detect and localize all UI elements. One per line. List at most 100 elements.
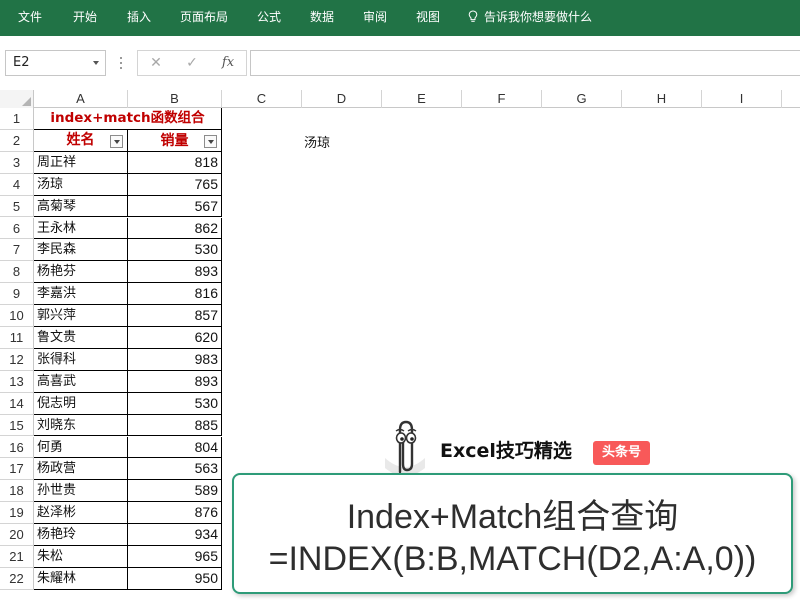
column-header-f[interactable]: F — [462, 90, 542, 108]
column-header-c[interactable]: C — [222, 90, 302, 108]
sales-cell[interactable]: 876 — [128, 502, 222, 525]
name-cell[interactable]: 王永林 — [34, 217, 128, 240]
tab-review[interactable]: 审阅 — [363, 0, 387, 36]
sales-cell[interactable]: 530 — [128, 392, 222, 415]
row-header[interactable]: 6 — [0, 217, 34, 240]
select-all-corner[interactable] — [0, 90, 34, 108]
drag-handle-icon[interactable] — [120, 57, 122, 69]
sales-cell[interactable]: 893 — [128, 370, 222, 393]
row-header[interactable]: 15 — [0, 414, 34, 437]
sales-cell[interactable]: 934 — [128, 524, 222, 546]
name-cell[interactable]: 赵泽彬 — [34, 502, 128, 525]
row-header[interactable]: 3 — [0, 151, 34, 174]
name-cell[interactable]: 郭兴萍 — [34, 305, 128, 327]
tab-formulas[interactable]: 公式 — [257, 0, 281, 36]
row-header[interactable]: 21 — [0, 546, 34, 568]
tell-me-search[interactable]: 告诉我你想要做什么 — [468, 0, 592, 36]
tab-view[interactable]: 视图 — [416, 0, 440, 36]
formula-bar-area: E2 ✕ ✓ fx — [0, 36, 800, 90]
sales-cell[interactable]: 950 — [128, 567, 222, 590]
sales-cell[interactable]: 857 — [128, 305, 222, 327]
row-header[interactable]: 8 — [0, 261, 34, 284]
sales-cell[interactable]: 589 — [128, 480, 222, 503]
row-header[interactable]: 10 — [0, 305, 34, 327]
name-cell[interactable]: 杨政营 — [34, 458, 128, 481]
sales-cell[interactable]: 765 — [128, 173, 222, 196]
insert-function-icon[interactable]: fx — [214, 51, 242, 75]
row-header[interactable]: 14 — [0, 392, 34, 415]
tab-data[interactable]: 数据 — [310, 0, 334, 36]
sales-cell[interactable]: 816 — [128, 283, 222, 306]
name-cell[interactable]: 张得科 — [34, 348, 128, 371]
name-cell[interactable]: 杨艳芬 — [34, 261, 128, 284]
sales-cell[interactable]: 818 — [128, 151, 222, 174]
sales-cell[interactable]: 965 — [128, 546, 222, 568]
sales-cell[interactable]: 862 — [128, 217, 222, 240]
row-header[interactable]: 11 — [0, 327, 34, 349]
row-header[interactable]: 12 — [0, 348, 34, 371]
sales-cell[interactable]: 893 — [128, 261, 222, 284]
sales-cell[interactable]: 983 — [128, 348, 222, 371]
column-header-d[interactable]: D — [302, 90, 382, 108]
name-cell[interactable]: 高喜武 — [34, 370, 128, 393]
tab-file[interactable]: 文件 — [18, 0, 42, 36]
toutiao-badge: 头条号 — [593, 441, 650, 465]
row-header[interactable]: 5 — [0, 195, 34, 218]
formula-buttons: ✕ ✓ fx — [137, 50, 247, 76]
filter-dropdown-icon[interactable] — [110, 134, 123, 148]
row-header[interactable]: 19 — [0, 502, 34, 525]
name-cell[interactable]: 刘晓东 — [34, 414, 128, 437]
tab-insert[interactable]: 插入 — [127, 0, 151, 36]
row-header[interactable]: 7 — [0, 239, 34, 262]
column-header-g[interactable]: G — [542, 90, 622, 108]
cancel-icon[interactable]: ✕ — [142, 51, 170, 75]
header-cell-name[interactable]: 姓名 — [34, 129, 128, 152]
name-cell[interactable]: 周正祥 — [34, 151, 128, 174]
enter-icon[interactable]: ✓ — [178, 51, 206, 75]
chevron-down-icon[interactable] — [93, 61, 99, 65]
column-header-h[interactable]: H — [622, 90, 702, 108]
row-header[interactable]: 9 — [0, 283, 34, 306]
sales-cell[interactable]: 620 — [128, 327, 222, 349]
name-box[interactable]: E2 — [5, 50, 106, 76]
sales-cell[interactable]: 885 — [128, 414, 222, 437]
brand-name: Excel技巧精选 — [440, 440, 572, 462]
sales-cell[interactable]: 567 — [128, 195, 222, 218]
name-cell[interactable]: 高菊琴 — [34, 195, 128, 218]
caption-title: Index+Match组合查询 — [346, 498, 679, 536]
sales-cell[interactable]: 804 — [128, 436, 222, 459]
row-header[interactable]: 18 — [0, 480, 34, 503]
name-cell[interactable]: 杨艳玲 — [34, 524, 128, 546]
row-header[interactable]: 16 — [0, 436, 34, 459]
column-header-i[interactable]: I — [702, 90, 782, 108]
name-cell[interactable]: 汤琼 — [34, 173, 128, 196]
name-cell[interactable]: 倪志明 — [34, 392, 128, 415]
name-cell[interactable]: 朱松 — [34, 546, 128, 568]
name-cell[interactable]: 李民森 — [34, 239, 128, 262]
row-header[interactable]: 1 — [0, 108, 34, 130]
sales-cell[interactable]: 563 — [128, 458, 222, 481]
name-cell[interactable]: 何勇 — [34, 436, 128, 459]
tab-home[interactable]: 开始 — [73, 0, 97, 36]
row-header[interactable]: 4 — [0, 173, 34, 196]
name-cell[interactable]: 鲁文贵 — [34, 327, 128, 349]
table-title-cell[interactable]: index+match函数组合 — [34, 108, 222, 130]
formula-input[interactable] — [250, 50, 800, 76]
row-header[interactable]: 17 — [0, 458, 34, 481]
sales-cell[interactable]: 530 — [128, 239, 222, 262]
column-header-a[interactable]: A — [34, 90, 128, 108]
column-header-e[interactable]: E — [382, 90, 462, 108]
name-cell[interactable]: 李嘉洪 — [34, 283, 128, 306]
name-cell[interactable]: 孙世贵 — [34, 480, 128, 503]
ribbon: 文件 开始 插入 页面布局 公式 数据 审阅 视图 告诉我你想要做什么 — [0, 0, 800, 36]
column-header-b[interactable]: B — [128, 90, 222, 108]
row-header[interactable]: 20 — [0, 524, 34, 546]
row-header[interactable]: 2 — [0, 129, 34, 152]
header-cell-sales[interactable]: 销量 — [128, 129, 222, 152]
lookup-value-cell[interactable]: 汤琼 — [304, 133, 330, 155]
filter-dropdown-icon[interactable] — [204, 134, 217, 148]
row-header[interactable]: 22 — [0, 567, 34, 590]
tab-page-layout[interactable]: 页面布局 — [180, 0, 228, 36]
row-header[interactable]: 13 — [0, 370, 34, 393]
name-cell[interactable]: 朱耀林 — [34, 567, 128, 590]
